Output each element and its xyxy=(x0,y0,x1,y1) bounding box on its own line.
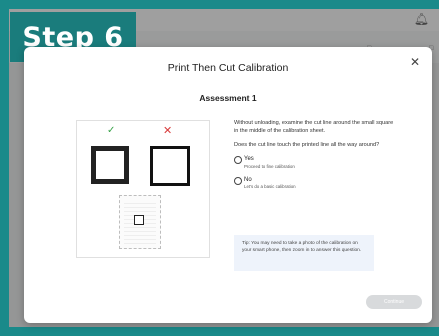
close-icon[interactable]: ✕ xyxy=(410,55,420,69)
continue-button[interactable]: Continue xyxy=(366,295,422,309)
bad-cut-square xyxy=(150,146,190,186)
calibration-sheet xyxy=(119,195,161,249)
dialog-title: Print Then Cut Calibration xyxy=(167,62,289,74)
cross-icon: ✕ xyxy=(163,125,173,137)
calibration-illustration: ✓ ✕ xyxy=(76,120,210,258)
assessment-heading: Assessment 1 xyxy=(199,93,257,103)
assessment-content: Without unloading, examine the cut line … xyxy=(234,120,394,197)
calibration-dialog: Print Then Cut Calibration ✕ Assessment … xyxy=(24,47,432,323)
radio-no[interactable] xyxy=(234,177,242,186)
option-no[interactable]: No Let's do a basic calibration xyxy=(234,176,394,191)
center-square xyxy=(134,215,144,225)
question-text: Does the cut line touch the printed line… xyxy=(234,141,380,148)
radio-yes[interactable] xyxy=(234,156,242,165)
option-no-label: No xyxy=(244,177,252,184)
option-no-sub: Let's do a basic calibration xyxy=(244,184,296,190)
instruction-text: Without unloading, examine the cut line … xyxy=(234,120,394,134)
check-icon: ✓ xyxy=(107,125,116,136)
tip-box: Tip: You may need to take a photo of the… xyxy=(234,235,374,271)
option-yes-sub: Proceed to fine calibration xyxy=(244,163,295,169)
option-yes[interactable]: Yes Proceed to fine calibration xyxy=(234,155,394,170)
good-cut-square xyxy=(91,146,129,184)
option-yes-label: Yes xyxy=(244,156,254,163)
